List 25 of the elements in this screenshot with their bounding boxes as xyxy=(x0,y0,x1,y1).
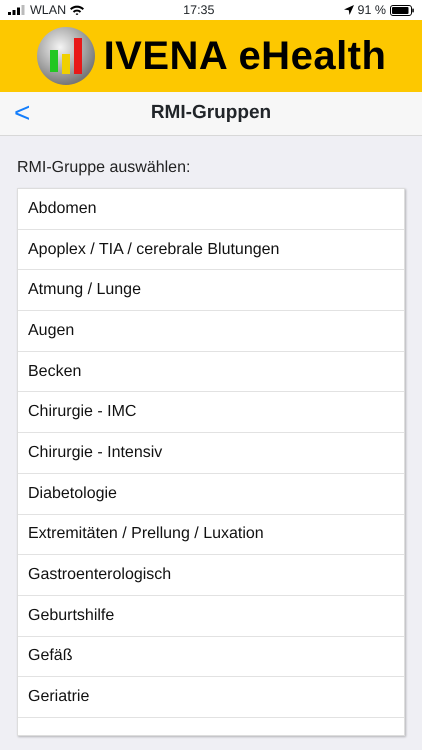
signal-icon xyxy=(8,5,26,15)
clock-text: 17:35 xyxy=(183,2,214,19)
battery-icon xyxy=(390,4,414,16)
list-item[interactable]: Geburtshilfe xyxy=(18,596,404,637)
list-item[interactable]: Gefäß xyxy=(18,636,404,678)
list-item[interactable]: Augen xyxy=(18,311,404,352)
page-title: RMI-Gruppen xyxy=(150,101,272,126)
section-label: RMI-Gruppe auswählen: xyxy=(16,158,192,178)
list-item[interactable]: Chirurgie - Intensiv xyxy=(18,433,404,474)
list-item[interactable]: Geriatrie xyxy=(18,677,404,718)
list-item[interactable]: Abdomen xyxy=(18,189,404,230)
list-item[interactable]: Gastroenterologisch xyxy=(18,555,404,596)
logo-icon xyxy=(36,26,96,86)
location-arrow-icon xyxy=(344,5,354,15)
app-title: IVENA eHealth xyxy=(104,33,386,80)
battery-percent: 91 % xyxy=(358,2,386,19)
wifi-icon xyxy=(70,5,84,15)
list-item[interactable]: Apoplex / TIA / cerebrale Blutungen xyxy=(18,230,404,270)
back-button[interactable]: < xyxy=(8,98,36,128)
carrier-text: WLAN xyxy=(30,2,66,19)
list-item[interactable]: Extremitäten / Prellung / Luxation xyxy=(18,514,404,556)
list-item[interactable]: Diabetologie xyxy=(18,474,404,514)
list-item[interactable]: Atmung / Lunge xyxy=(18,270,404,312)
list-item[interactable]: Becken xyxy=(18,352,404,392)
list-item[interactable]: Chirurgie - IMC xyxy=(18,392,404,434)
